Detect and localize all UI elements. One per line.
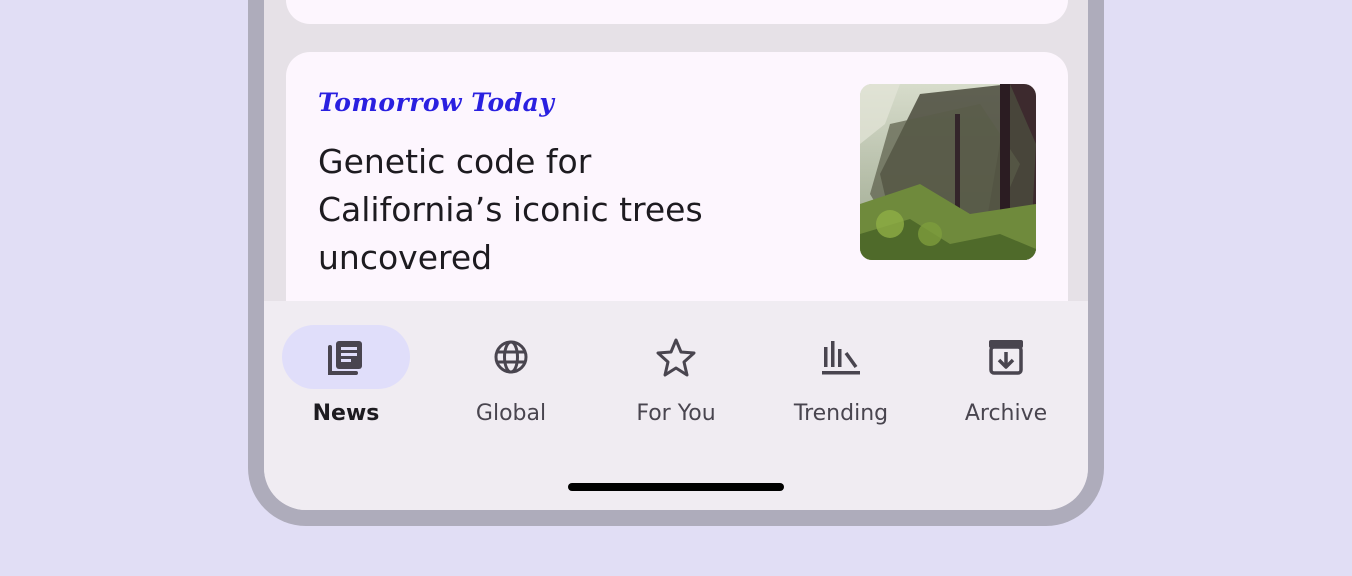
nav-label-news: News: [312, 401, 380, 426]
article-thumbnail[interactable]: [860, 84, 1036, 260]
nav-label-for-you: For You: [636, 401, 716, 426]
nav-item-archive[interactable]: Archive: [924, 301, 1088, 431]
star-icon: [656, 338, 696, 377]
home-gesture-bar[interactable]: [568, 483, 784, 491]
nav-label-global: Global: [475, 401, 547, 426]
trending-chart-icon: [822, 341, 860, 375]
nav-item-global[interactable]: Global: [429, 301, 593, 431]
nav-item-for-you[interactable]: For You: [594, 301, 758, 431]
nav-label-archive: Archive: [964, 401, 1048, 426]
phone-screen: Tomorrow Today Genetic code for Californ…: [264, 0, 1088, 510]
nav-item-news[interactable]: News: [264, 301, 428, 431]
article-source: Tomorrow Today: [318, 88, 555, 117]
article-headline[interactable]: Genetic code for California’s iconic tre…: [318, 138, 738, 282]
bottom-navigation-bar: News Global For You Trending Archive: [264, 301, 1088, 510]
globe-icon: [494, 340, 528, 374]
newspaper-icon: [328, 341, 362, 375]
forest-trees-photo: [860, 84, 1036, 260]
archive-icon: [989, 340, 1023, 375]
nav-item-trending[interactable]: Trending: [759, 301, 923, 431]
previous-article-card[interactable]: [286, 0, 1068, 24]
nav-label-trending: Trending: [793, 401, 889, 426]
